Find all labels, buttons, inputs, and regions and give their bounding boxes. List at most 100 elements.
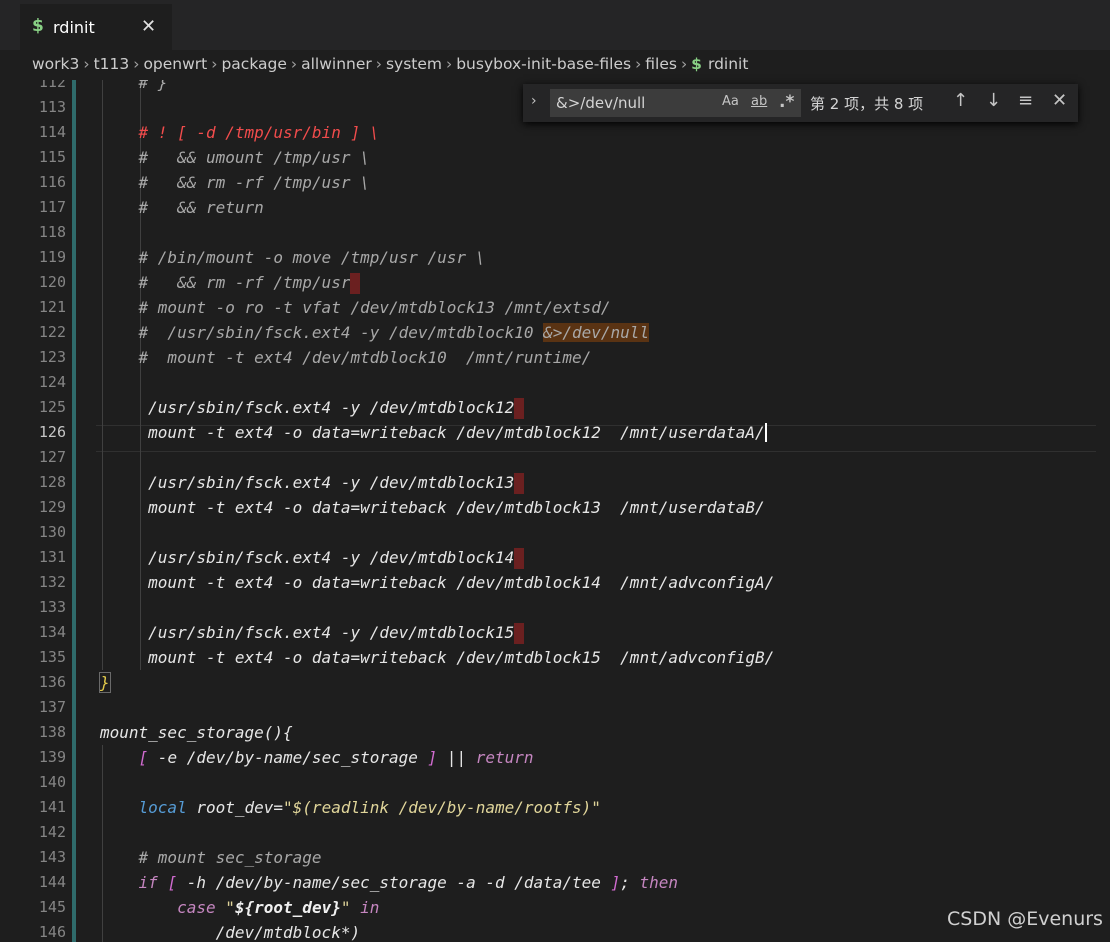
breadcrumb-item[interactable]: package [221, 55, 286, 73]
code-token: mount -t ext4 -o data=writeback /dev/mtd… [138, 573, 775, 592]
code-text: # && return [100, 195, 264, 220]
indent-guide [102, 770, 103, 795]
line-number: 113 [38, 98, 66, 116]
line-number: 121 [38, 298, 66, 316]
find-input[interactable]: &>/dev/null Aa ab .* [550, 89, 801, 117]
breadcrumb-item[interactable]: system [386, 55, 442, 73]
code-text: # && rm -rf /tmp/usr [100, 270, 361, 295]
code-line[interactable]: 133 [0, 595, 1110, 620]
code-line[interactable]: 140 [0, 770, 1110, 795]
code-line[interactable]: 144 if [ -h /dev/by-name/sec_storage -a … [0, 870, 1110, 895]
code-editor[interactable]: 112 # } 113 114 # ! [ -d /tmp/usr/bin ] \ 1… [0, 80, 1110, 942]
arrow-down-icon[interactable]: ↓ [986, 90, 1001, 111]
code-token: # mount -t ext4 /dev/mtdblock10 /mnt/run… [138, 348, 592, 367]
whole-word-icon[interactable]: ab [751, 94, 767, 109]
code-text: mount -t ext4 -o data=writeback /dev/mtd… [100, 495, 765, 520]
code-line[interactable]: 122 # /usr/sbin/fsck.ext4 -y /dev/mtdblo… [0, 320, 1110, 345]
arrow-up-icon[interactable]: ↑ [953, 90, 968, 111]
code-token: /dev/mtdblock*) [100, 923, 361, 942]
code-token: ] [427, 748, 438, 767]
code-line[interactable]: 138 mount_sec_storage(){ [0, 720, 1110, 745]
code-line[interactable]: 146 /dev/mtdblock*) [0, 920, 1110, 942]
code-line[interactable]: 131 /usr/sbin/fsck.ext4 -y /dev/mtdblock… [0, 545, 1110, 570]
trailing-whitespace-highlight [514, 548, 525, 569]
code-token: # && rm -rf /tmp/usr \ [138, 173, 370, 192]
line-number: 112 [38, 80, 66, 91]
code-line[interactable]: 121 # mount -o ro -t vfat /dev/mtdblock1… [0, 295, 1110, 320]
match-case-icon[interactable]: Aa [722, 94, 739, 109]
code-token: /usr/sbin/fsck.ext4 -y /dev/mtdblock12 [138, 398, 515, 417]
code-line[interactable]: 120 # && rm -rf /tmp/usr [0, 270, 1110, 295]
modified-line-marker [72, 595, 76, 620]
breadcrumb-item[interactable]: busybox-init-base-files [456, 55, 631, 73]
find-in-selection-icon[interactable]: ≡ [1018, 90, 1033, 111]
breadcrumb-item[interactable]: files [645, 55, 677, 73]
code-line[interactable]: 115 # && umount /tmp/usr \ [0, 145, 1110, 170]
modified-line-marker [72, 820, 76, 845]
code-line[interactable]: 123 # mount -t ext4 /dev/mtdblock10 /mnt… [0, 345, 1110, 370]
code-line[interactable]: 117 # && return [0, 195, 1110, 220]
find-query[interactable]: &>/dev/null [556, 94, 645, 112]
indent-guide [140, 370, 142, 395]
code-line[interactable]: 129 mount -t ext4 -o data=writeback /dev… [0, 495, 1110, 520]
find-widget: › &>/dev/null Aa ab .* 第 2 项，共 8 项 ↑ ↓ ≡… [523, 84, 1078, 122]
code-line[interactable]: 141 local root_dev="$(readlink /dev/by-n… [0, 795, 1110, 820]
code-token: root_dev= [186, 798, 284, 817]
line-number: 138 [38, 723, 66, 741]
breadcrumb-item[interactable]: work3 [32, 55, 79, 73]
code-line[interactable]: 142 [0, 820, 1110, 845]
code-text: case "${root_dev}" in [100, 895, 379, 920]
indent-guide [102, 520, 103, 545]
modified-line-marker [72, 845, 76, 870]
code-line[interactable]: 124 [0, 370, 1110, 395]
code-text: mount -t ext4 -o data=writeback /dev/mtd… [100, 645, 774, 670]
code-line[interactable]: 125 /usr/sbin/fsck.ext4 -y /dev/mtdblock… [0, 395, 1110, 420]
code-line[interactable]: 139 [ -e /dev/by-name/sec_storage ] || r… [0, 745, 1110, 770]
modified-line-marker [72, 670, 76, 695]
code-line[interactable]: 143 # mount sec_storage [0, 845, 1110, 870]
matching-bracket: } [99, 672, 111, 693]
indent-guide [102, 595, 103, 620]
breadcrumb-item[interactable]: t113 [94, 55, 130, 73]
breadcrumb-item[interactable]: openwrt [143, 55, 207, 73]
close-tab-icon[interactable]: ✕ [141, 16, 156, 37]
chevron-right-icon[interactable]: › [531, 93, 537, 109]
modified-line-marker [72, 195, 76, 220]
code-line[interactable]: 136} [0, 670, 1110, 695]
breadcrumb-file[interactable]: rdinit [708, 55, 748, 73]
tab-rdinit[interactable]: $ rdinit ✕ [20, 4, 172, 50]
code-line[interactable]: 145 case "${root_dev}" in [0, 895, 1110, 920]
code-line[interactable]: 134 /usr/sbin/fsck.ext4 -y /dev/mtdblock… [0, 620, 1110, 645]
code-line[interactable]: 114 # ! [ -d /tmp/usr/bin ] \ [0, 120, 1110, 145]
code-line[interactable]: 127 [0, 445, 1110, 470]
shell-file-icon: $ [691, 55, 702, 73]
line-number: 115 [38, 148, 66, 166]
modified-line-marker [72, 495, 76, 520]
code-line[interactable]: 126 mount -t ext4 -o data=writeback /dev… [0, 420, 1110, 445]
code-text: /usr/sbin/fsck.ext4 -y /dev/mtdblock12 [100, 395, 525, 420]
code-line[interactable]: 119 # /bin/mount -o move /tmp/usr /usr \ [0, 245, 1110, 270]
close-find-icon[interactable]: ✕ [1052, 90, 1067, 111]
code-line[interactable]: 135 mount -t ext4 -o data=writeback /dev… [0, 645, 1110, 670]
regex-icon[interactable]: .* [779, 92, 794, 112]
code-line[interactable]: 137 [0, 695, 1110, 720]
line-number: 132 [38, 573, 66, 591]
breadcrumb-item[interactable]: allwinner [301, 55, 372, 73]
modified-line-marker [72, 570, 76, 595]
code-text: mount -t ext4 -o data=writeback /dev/mtd… [100, 420, 767, 445]
code-line[interactable]: 118 [0, 220, 1110, 245]
modified-line-marker [72, 395, 76, 420]
modified-line-marker [72, 645, 76, 670]
modified-line-marker [72, 270, 76, 295]
modified-line-marker [72, 295, 76, 320]
modified-line-marker [72, 80, 76, 95]
code-line[interactable]: 116 # && rm -rf /tmp/usr \ [0, 170, 1110, 195]
code-line[interactable]: 130 [0, 520, 1110, 545]
code-line[interactable]: 128 /usr/sbin/fsck.ext4 -y /dev/mtdblock… [0, 470, 1110, 495]
code-token: # } [138, 80, 168, 92]
code-text: # mount -t ext4 /dev/mtdblock10 /mnt/run… [100, 345, 592, 370]
code-line[interactable]: 132 mount -t ext4 -o data=writeback /dev… [0, 570, 1110, 595]
code-token: # && return [138, 198, 264, 217]
